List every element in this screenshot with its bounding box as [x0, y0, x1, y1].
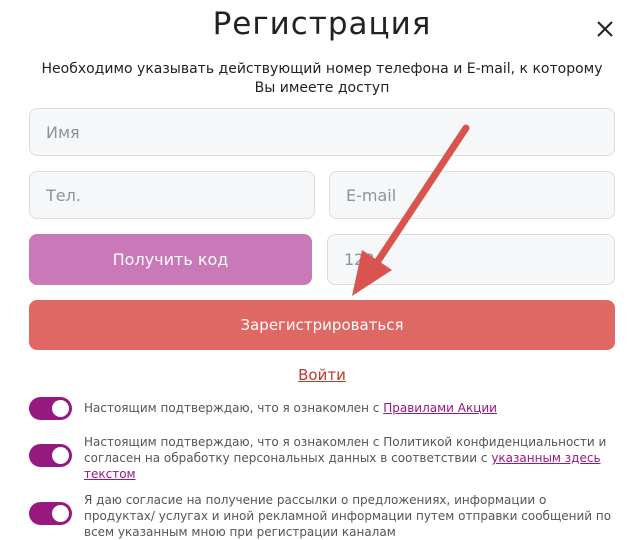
toggle-knob — [52, 505, 69, 522]
register-button[interactable]: Зарегистрироваться — [29, 300, 615, 350]
close-icon — [597, 21, 613, 37]
login-row: Войти — [0, 366, 644, 384]
consent-text: Я даю согласие на получение рассылки о п… — [84, 493, 612, 539]
consent-text: Настоящим подтверждаю, что я ознакомлен … — [84, 401, 384, 415]
toggle-knob — [52, 447, 69, 464]
close-button[interactable] — [592, 16, 618, 42]
code-input[interactable] — [327, 234, 615, 285]
modal-subtitle: Необходимо указывать действующий номер т… — [41, 61, 603, 96]
phone-input[interactable] — [29, 171, 315, 219]
toggle-knob — [52, 400, 69, 417]
consent-text-privacy: Настоящим подтверждаю, что я ознакомлен … — [84, 434, 614, 482]
consent-toggle-newsletter[interactable] — [29, 502, 72, 525]
consent-text-rules: Настоящим подтверждаю, что я ознакомлен … — [84, 400, 614, 416]
get-code-button[interactable]: Получить код — [29, 234, 312, 285]
consent-toggle-rules[interactable] — [29, 397, 72, 420]
login-link[interactable]: Войти — [298, 366, 346, 384]
name-input[interactable] — [29, 108, 615, 156]
consent-text-newsletter: Я даю согласие на получение рассылки о п… — [84, 492, 614, 540]
rules-link[interactable]: Правилами Акции — [383, 401, 497, 415]
modal-title: Регистрация — [212, 6, 432, 42]
email-input[interactable] — [329, 171, 615, 219]
consent-toggle-privacy[interactable] — [29, 444, 72, 467]
